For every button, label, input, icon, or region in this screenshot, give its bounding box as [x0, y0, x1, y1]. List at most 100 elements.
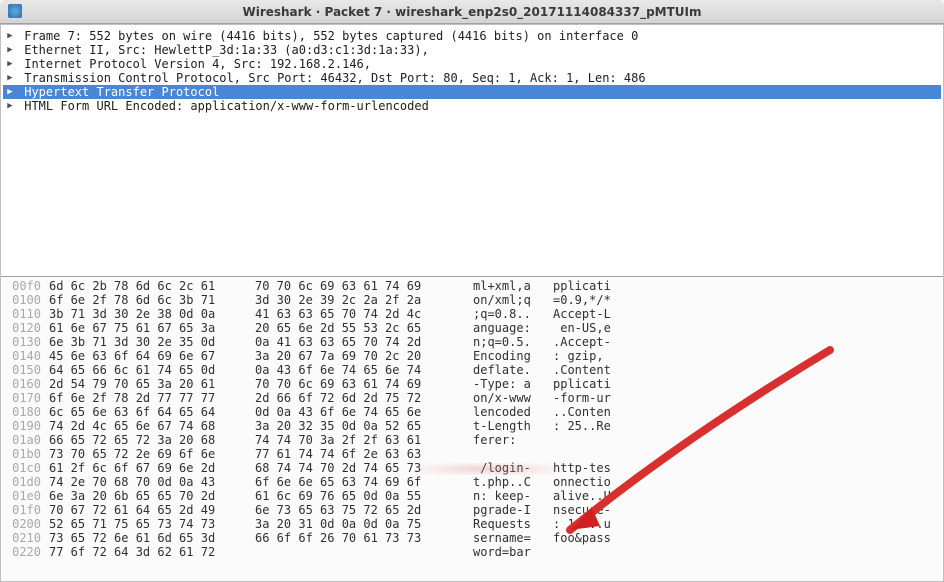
- tree-row[interactable]: ▶ Hypertext Transfer Protocol: [3, 85, 941, 99]
- tree-row-label: Internet Protocol Version 4, Src: 192.16…: [17, 57, 371, 71]
- hex-row[interactable]: 012061 6e 67 75 61 67 65 3a20 65 6e 2d 5…: [1, 321, 943, 335]
- hex-offset: 01c0: [1, 461, 49, 475]
- tree-row[interactable]: ▶ Ethernet II, Src: HewlettP_3d:1a:33 (a…: [3, 43, 941, 57]
- hex-bytes-group1: 6f 6e 2f 78 2d 77 77 77: [49, 391, 255, 405]
- hex-offset: 0220: [1, 545, 49, 559]
- window-title: Wireshark · Packet 7 · wireshark_enp2s0_…: [242, 5, 701, 19]
- hex-offset: 01d0: [1, 475, 49, 489]
- hex-ascii-group2: pplicati: [553, 377, 611, 391]
- hex-row[interactable]: 01e06e 3a 20 6b 65 65 70 2d61 6c 69 76 6…: [1, 489, 943, 503]
- hex-ascii-group1: deflate.: [473, 363, 553, 377]
- hex-ascii-group1: lencoded: [473, 405, 553, 419]
- hex-offset: 0190: [1, 419, 49, 433]
- hex-offset: 0150: [1, 363, 49, 377]
- hex-ascii-group1: -Type: a: [473, 377, 553, 391]
- hex-bytes-group1: 66 65 72 65 72 3a 20 68: [49, 433, 255, 447]
- hex-ascii-group2: nsecure-: [553, 503, 611, 517]
- hex-ascii-group2: .Content: [553, 363, 611, 377]
- hex-bytes-group1: 70 67 72 61 64 65 2d 49: [49, 503, 255, 517]
- hex-ascii-group2: : 25..Re: [553, 419, 611, 433]
- tree-row-label: Transmission Control Protocol, Src Port:…: [17, 71, 646, 85]
- hex-bytes-group1: 73 65 72 6e 61 6d 65 3d: [49, 531, 255, 545]
- hex-ascii-group1: word=bar: [473, 545, 553, 559]
- hex-bytes-group1: 6e 3b 71 3d 30 2e 35 0d: [49, 335, 255, 349]
- hex-bytes-group2: 3a 20 32 35 0d 0a 52 65: [255, 419, 473, 433]
- hex-dump-pane[interactable]: 00f06d 6c 2b 78 6d 6c 2c 6170 70 6c 69 6…: [1, 277, 943, 581]
- hex-row[interactable]: 01d074 2e 70 68 70 0d 0a 436f 6e 6e 65 6…: [1, 475, 943, 489]
- hex-row[interactable]: 01f070 67 72 61 64 65 2d 496e 73 65 63 7…: [1, 503, 943, 517]
- hex-ascii-group2: =0.9,*/*: [553, 293, 611, 307]
- hex-row[interactable]: 021073 65 72 6e 61 6d 65 3d66 6f 6f 26 7…: [1, 531, 943, 545]
- hex-row[interactable]: 014045 6e 63 6f 64 69 6e 673a 20 67 7a 6…: [1, 349, 943, 363]
- hex-ascii-group1: ferer:: [473, 433, 553, 447]
- hex-bytes-group1: 6d 6c 2b 78 6d 6c 2c 61: [49, 279, 255, 293]
- tree-row[interactable]: ▶ Transmission Control Protocol, Src Por…: [3, 71, 941, 85]
- hex-offset: 0180: [1, 405, 49, 419]
- hex-ascii-group1: t-Length: [473, 419, 553, 433]
- hex-bytes-group2: 77 61 74 74 6f 2e 63 63: [255, 447, 473, 461]
- hex-ascii-group1: on/x-www: [473, 391, 553, 405]
- hex-bytes-group1: 61 6e 67 75 61 67 65 3a: [49, 321, 255, 335]
- hex-row[interactable]: 01806c 65 6e 63 6f 64 65 640d 0a 43 6f 6…: [1, 405, 943, 419]
- hex-ascii-group1: Requests: [473, 517, 553, 531]
- hex-row[interactable]: 01103b 71 3d 30 2e 38 0d 0a41 63 63 65 7…: [1, 307, 943, 321]
- tree-row[interactable]: ▶ Internet Protocol Version 4, Src: 192.…: [3, 57, 941, 71]
- hex-ascii-group2: Accept-L: [553, 307, 611, 321]
- expand-icon[interactable]: ▶: [3, 29, 17, 43]
- hex-row[interactable]: 01602d 54 79 70 65 3a 20 6170 70 6c 69 6…: [1, 377, 943, 391]
- app-icon: [8, 4, 22, 18]
- hex-row[interactable]: 019074 2d 4c 65 6e 67 74 683a 20 32 35 0…: [1, 419, 943, 433]
- tree-row-label: Hypertext Transfer Protocol: [17, 85, 219, 99]
- hex-ascii-group2: : 1....u: [553, 517, 611, 531]
- hex-ascii-group1: t.php..C: [473, 475, 553, 489]
- hex-ascii-group2: [553, 447, 611, 461]
- protocol-tree-pane[interactable]: ▶ Frame 7: 552 bytes on wire (4416 bits)…: [1, 25, 943, 277]
- hex-offset: 0140: [1, 349, 49, 363]
- hex-bytes-group2: 70 70 6c 69 63 61 74 69: [255, 377, 473, 391]
- hex-row[interactable]: 01006f 6e 2f 78 6d 6c 3b 713d 30 2e 39 2…: [1, 293, 943, 307]
- hex-ascii-group1: [473, 447, 553, 461]
- hex-row[interactable]: 01306e 3b 71 3d 30 2e 35 0d0a 41 63 63 6…: [1, 335, 943, 349]
- hex-bytes-group2: 0a 43 6f 6e 74 65 6e 74: [255, 363, 473, 377]
- hex-ascii-group2: .Accept-: [553, 335, 611, 349]
- hex-bytes-group2: 0a 41 63 63 65 70 74 2d: [255, 335, 473, 349]
- hex-bytes-group1: 73 70 65 72 2e 69 6f 6e: [49, 447, 255, 461]
- hex-bytes-group2: 61 6c 69 76 65 0d 0a 55: [255, 489, 473, 503]
- hex-bytes-group1: 6f 6e 2f 78 6d 6c 3b 71: [49, 293, 255, 307]
- hex-bytes-group2: 20 65 6e 2d 55 53 2c 65: [255, 321, 473, 335]
- expand-icon[interactable]: ▶: [3, 99, 17, 113]
- hex-row[interactable]: 022077 6f 72 64 3d 62 61 72 word=bar: [1, 545, 943, 559]
- hex-row[interactable]: 01a066 65 72 65 72 3a 20 6874 74 70 3a 2…: [1, 433, 943, 447]
- hex-ascii-group2: pplicati: [553, 279, 611, 293]
- expand-icon[interactable]: ▶: [3, 43, 17, 57]
- hex-row[interactable]: 01c061 2f 6c 6f 67 69 6e 2d68 74 74 70 2…: [1, 461, 943, 475]
- hex-offset: 0200: [1, 517, 49, 531]
- hex-ascii-group2: onnectio: [553, 475, 611, 489]
- expand-icon[interactable]: ▶: [3, 85, 17, 99]
- hex-row[interactable]: 01b073 70 65 72 2e 69 6f 6e77 61 74 74 6…: [1, 447, 943, 461]
- hex-ascii-group2: en-US,e: [553, 321, 611, 335]
- hex-bytes-group2: 3a 20 31 0d 0a 0d 0a 75: [255, 517, 473, 531]
- hex-offset: 0120: [1, 321, 49, 335]
- tree-row[interactable]: ▶ Frame 7: 552 bytes on wire (4416 bits)…: [3, 29, 941, 43]
- hex-row[interactable]: 020052 65 71 75 65 73 74 733a 20 31 0d 0…: [1, 517, 943, 531]
- hex-bytes-group2: 41 63 63 65 70 74 2d 4c: [255, 307, 473, 321]
- hex-ascii-group2: -form-ur: [553, 391, 611, 405]
- hex-row[interactable]: 01706f 6e 2f 78 2d 77 77 772d 66 6f 72 6…: [1, 391, 943, 405]
- expand-icon[interactable]: ▶: [3, 57, 17, 71]
- expand-icon[interactable]: ▶: [3, 71, 17, 85]
- hex-ascii-group1: ;q=0.8..: [473, 307, 553, 321]
- hex-bytes-group1: 77 6f 72 64 3d 62 61 72: [49, 545, 255, 559]
- tree-row-label: HTML Form URL Encoded: application/x-www…: [17, 99, 429, 113]
- hex-ascii-group1: n: keep-: [473, 489, 553, 503]
- hex-offset: 0160: [1, 377, 49, 391]
- hex-ascii-group1: ml+xml,a: [473, 279, 553, 293]
- hex-ascii-group1: n;q=0.5.: [473, 335, 553, 349]
- hex-offset: 0170: [1, 391, 49, 405]
- tree-row[interactable]: ▶ HTML Form URL Encoded: application/x-w…: [3, 99, 941, 113]
- hex-bytes-group1: 3b 71 3d 30 2e 38 0d 0a: [49, 307, 255, 321]
- hex-row[interactable]: 00f06d 6c 2b 78 6d 6c 2c 6170 70 6c 69 6…: [1, 279, 943, 293]
- window-titlebar[interactable]: Wireshark · Packet 7 · wireshark_enp2s0_…: [0, 0, 944, 24]
- hex-bytes-group2: 0d 0a 43 6f 6e 74 65 6e: [255, 405, 473, 419]
- hex-row[interactable]: 015064 65 66 6c 61 74 65 0d0a 43 6f 6e 7…: [1, 363, 943, 377]
